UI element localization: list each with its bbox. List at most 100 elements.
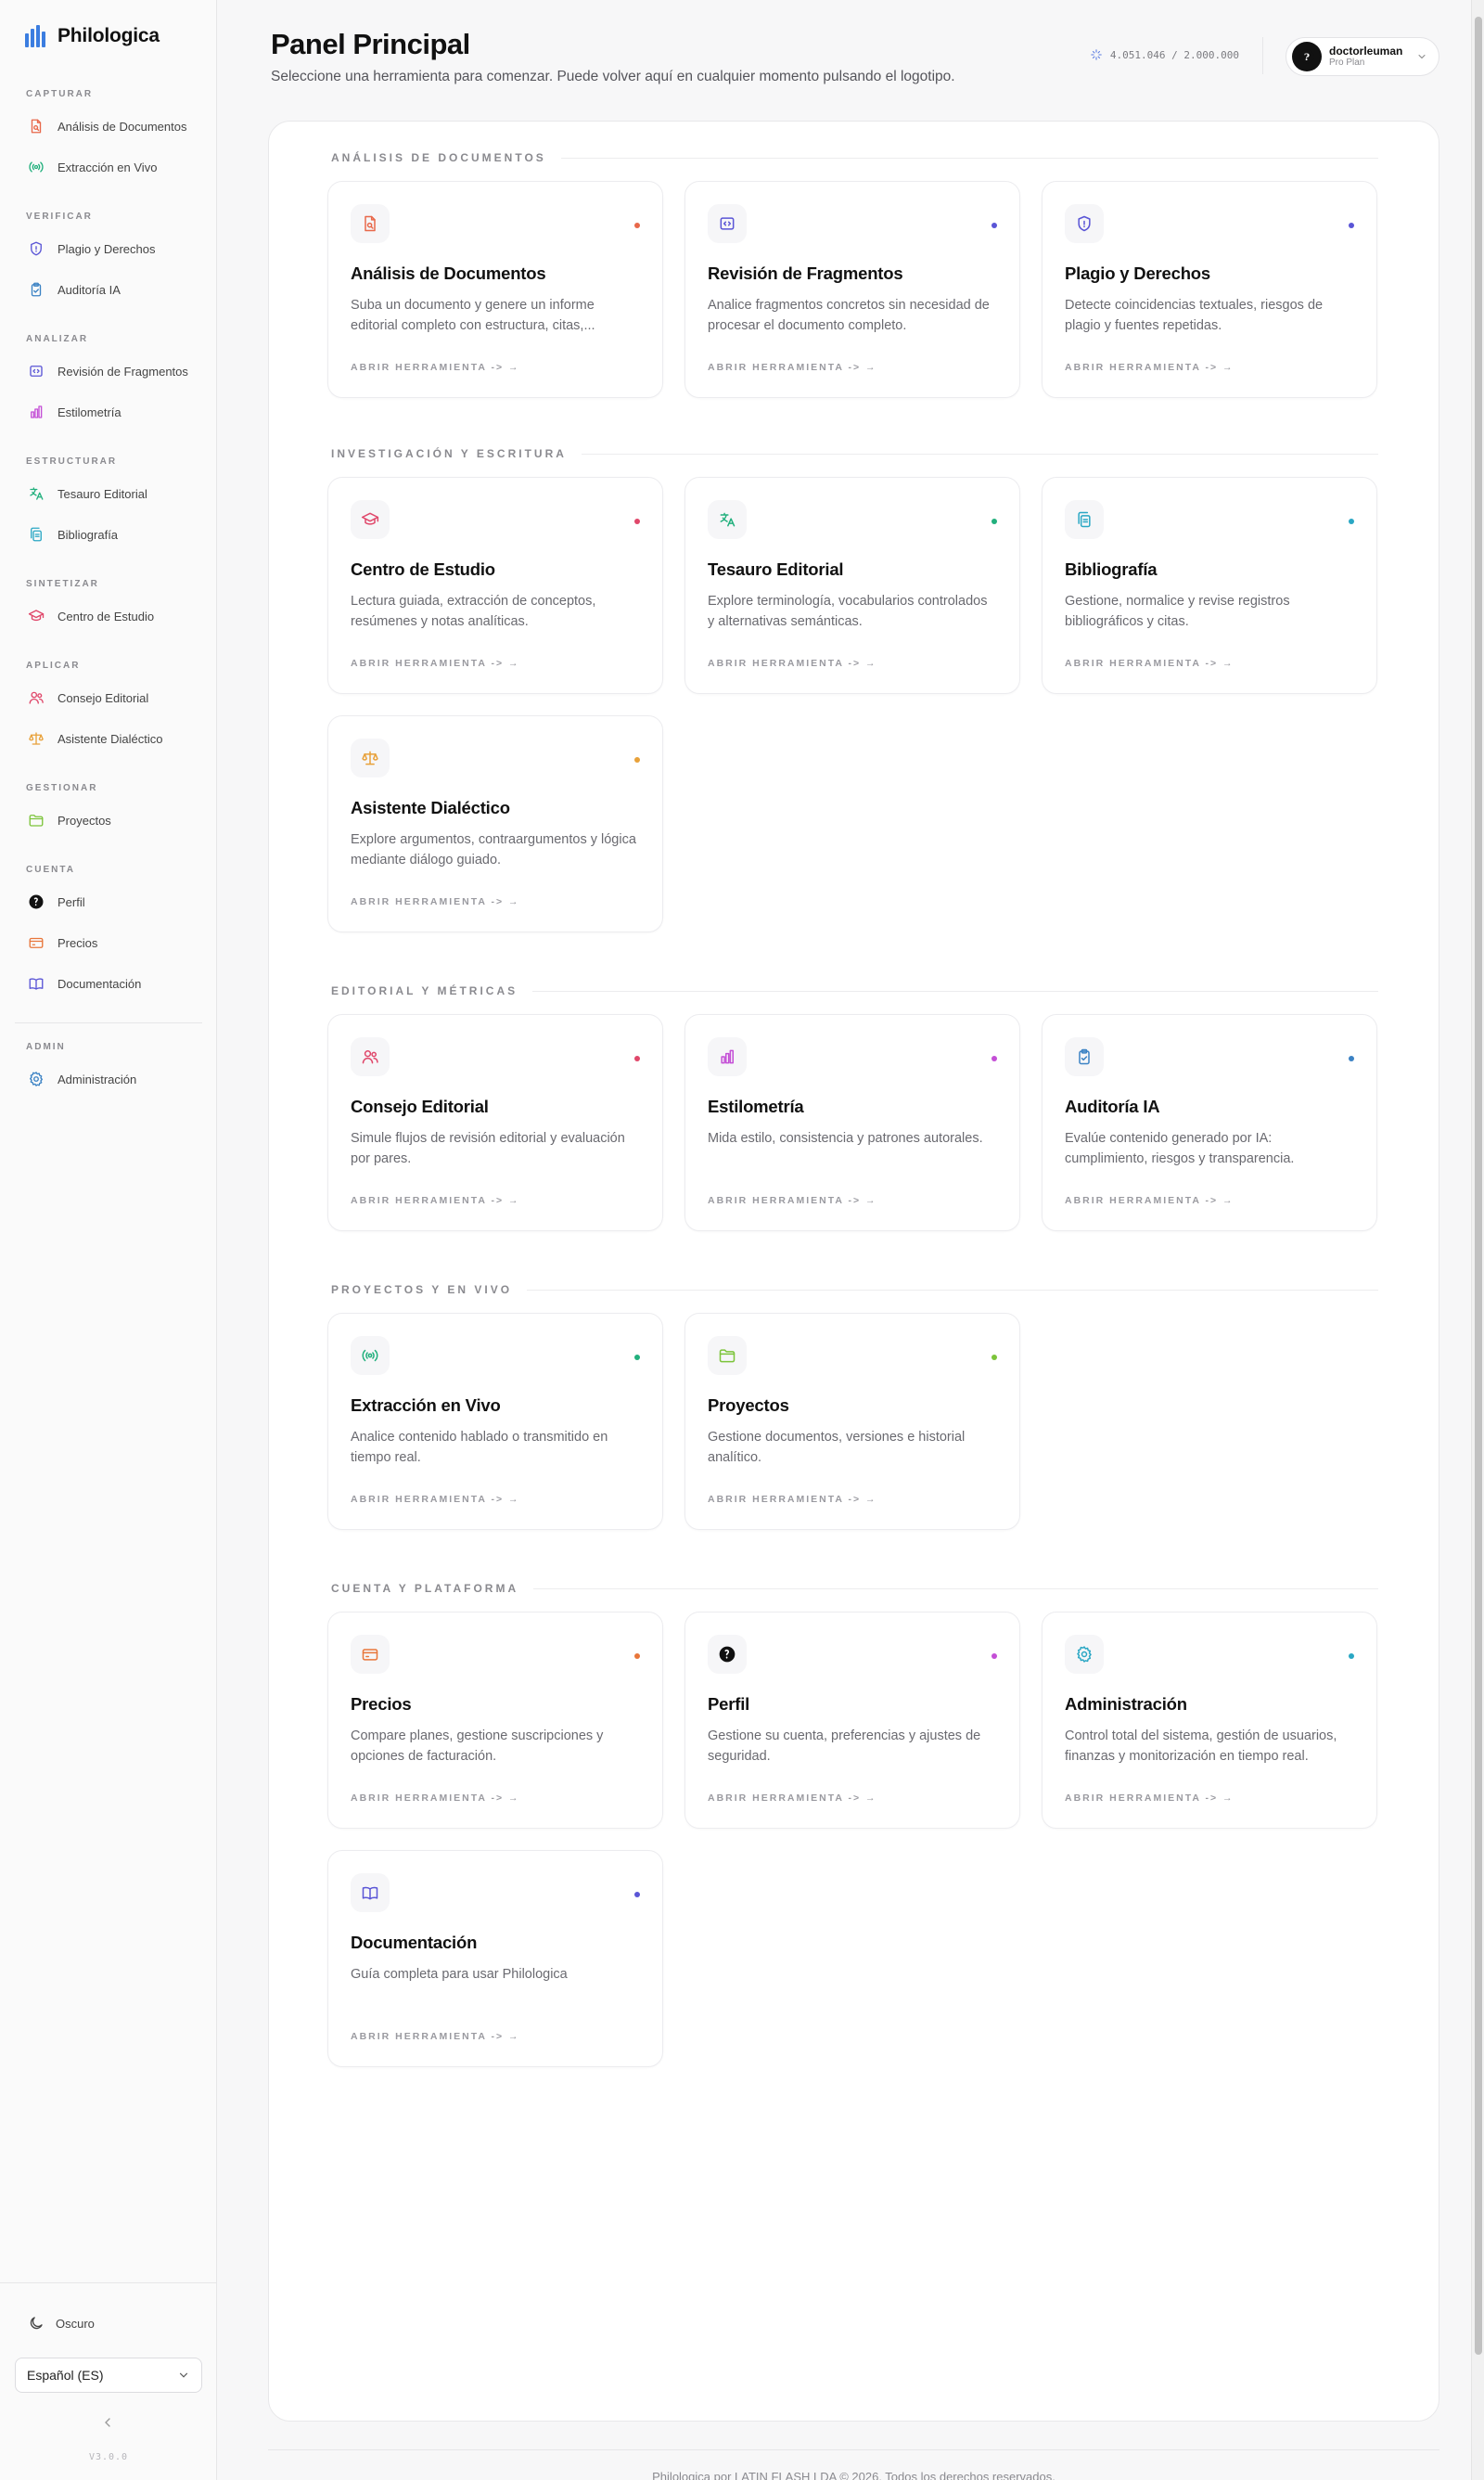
page-scrollbar[interactable]	[1471, 0, 1484, 2480]
open-tool-link[interactable]: ABRIR HERRAMIENTA -> →	[708, 362, 877, 373]
sidebar-item-documentacion[interactable]: Documentación	[0, 963, 217, 1004]
open-tool-link[interactable]: ABRIR HERRAMIENTA -> →	[351, 896, 520, 907]
tool-card-description: Control total del sistema, gestión de us…	[1065, 1728, 1337, 1764]
tool-card-description: Simule flujos de revisión editorial y ev…	[351, 1131, 625, 1166]
open-tool-link[interactable]: ABRIR HERRAMIENTA -> →	[1065, 362, 1235, 373]
open-tool-link[interactable]: ABRIR HERRAMIENTA -> →	[351, 1195, 520, 1206]
tool-card-bibliografia[interactable]: Bibliografía Gestione, normalice y revise…	[1042, 477, 1377, 694]
users-icon	[362, 1050, 378, 1064]
collapse-sidebar-button[interactable]	[98, 2413, 117, 2432]
sidebar-item-extraccion-en-vivo[interactable]: Extracción en Vivo	[0, 147, 217, 187]
tool-card-icon	[708, 1336, 747, 1375]
brand-logo-link[interactable]: Philologica	[24, 24, 160, 48]
tool-card-title: Revisión de Fragmentos	[708, 263, 903, 283]
status-dot	[634, 1355, 640, 1360]
sidebar-footer: Oscuro Español (ES) V3.0.0	[0, 2282, 217, 2462]
sidebar-item-plagio-y-derechos[interactable]: Plagio y Derechos	[0, 228, 217, 269]
tool-card-tesauro-editorial[interactable]: Tesauro Editorial Explore terminología, v…	[684, 477, 1020, 694]
open-tool-link[interactable]: ABRIR HERRAMIENTA -> →	[351, 1793, 520, 1804]
sidebar-section-title: CAPTURAR	[26, 89, 94, 99]
svg-text:?: ?	[1304, 52, 1310, 63]
sidebar-item-consejo-editorial[interactable]: Consejo Editorial	[0, 677, 217, 718]
open-tool-link[interactable]: ABRIR HERRAMIENTA -> →	[351, 362, 520, 373]
user-menu-button[interactable]: ? doctorleuman Pro Plan	[1286, 37, 1439, 76]
open-tool-link[interactable]: ABRIR HERRAMIENTA -> →	[708, 1793, 877, 1804]
tool-card-icon	[351, 204, 390, 243]
sidebar-item-proyectos[interactable]: Proyectos	[0, 800, 217, 841]
sidebar-item-tesauro-editorial[interactable]: Tesauro Editorial	[0, 473, 217, 514]
sidebar-item-analisis-de-documentos[interactable]: Análisis de Documentos	[0, 106, 217, 147]
tool-card-plagio-y-derechos[interactable]: Plagio y Derechos Detecte coincidencias t…	[1042, 181, 1377, 398]
tool-card-analisis-de-documentos[interactable]: Análisis de Documentos Suba un documento …	[327, 181, 663, 398]
sidebar-item-auditoria-ia[interactable]: Auditoría IA	[0, 269, 217, 310]
tool-card-icon	[351, 1635, 390, 1674]
sidebar-item-administracion[interactable]: Administración	[0, 1059, 217, 1099]
tool-card-centro-de-estudio[interactable]: Centro de Estudio Lectura guiada, extracc…	[327, 477, 663, 694]
scrollbar-thumb[interactable]	[1475, 17, 1482, 2355]
tool-card-asistente-dialectico[interactable]: Asistente Dialéctico Explore argumentos, …	[327, 715, 663, 932]
open-tool-link[interactable]: ABRIR HERRAMIENTA -> →	[351, 2031, 520, 2042]
open-tool-link[interactable]: ABRIR HERRAMIENTA -> →	[351, 1494, 520, 1505]
code-box-icon	[720, 217, 735, 230]
sidebar-item-precios[interactable]: Precios	[0, 922, 217, 963]
tool-card-auditoria-ia[interactable]: Auditoría IA Evalúe contenido generado po…	[1042, 1014, 1377, 1231]
tool-card-icon	[351, 1037, 390, 1076]
tool-card-description: Evalúe contenido generado por IA: cumpli…	[1065, 1131, 1295, 1166]
section-analisis-de-documentos: ANÁLISIS DE DOCUMENTOS Análisis de Docume…	[327, 149, 1378, 398]
tool-card-icon	[351, 1873, 390, 1912]
tool-card-documentacion[interactable]: Documentación Guía completa para usar Phi…	[327, 1850, 663, 2067]
sidebar-item-label: Centro de Estudio	[58, 609, 155, 623]
tool-card-consejo-editorial[interactable]: Consejo Editorial Simule flujos de revisi…	[327, 1014, 663, 1231]
bar-chart-icon	[721, 1049, 734, 1064]
tool-card-title: Administración	[1065, 1694, 1187, 1714]
tool-card-estilometria[interactable]: Estilometría Mida estilo, consistencia y …	[684, 1014, 1020, 1231]
status-dot	[1349, 223, 1354, 228]
sidebar-item-asistente-dialectico[interactable]: Asistente Dialéctico	[0, 718, 217, 759]
open-tool-link[interactable]: ABRIR HERRAMIENTA -> →	[351, 658, 520, 669]
status-dot	[634, 1892, 640, 1897]
gear-icon	[30, 1072, 43, 1086]
sidebar-item-centro-de-estudio[interactable]: Centro de Estudio	[0, 596, 217, 636]
open-tool-link[interactable]: ABRIR HERRAMIENTA -> →	[708, 1195, 877, 1206]
sidebar-item-revision-de-fragmentos[interactable]: Revisión de Fragmentos	[0, 351, 217, 392]
sidebar-item-estilometria[interactable]: Estilometría	[0, 392, 217, 432]
header-divider	[1262, 37, 1263, 74]
language-select[interactable]: Español (ES)	[15, 2358, 202, 2393]
language-select-value: Español (ES)	[27, 2368, 104, 2383]
status-dot	[1349, 1653, 1354, 1659]
open-tool-link[interactable]: ABRIR HERRAMIENTA -> →	[708, 658, 877, 669]
sidebar-item-bibliografia[interactable]: Bibliografía	[0, 514, 217, 555]
sidebar-section-title: VERIFICAR	[26, 212, 93, 222]
theme-toggle[interactable]: Oscuro	[0, 2304, 217, 2343]
open-tool-link[interactable]: ABRIR HERRAMIENTA -> →	[1065, 1195, 1235, 1206]
sidebar-item-label: Asistente Dialéctico	[58, 731, 163, 746]
graduation-cap-icon	[28, 610, 45, 622]
tool-card-title: Consejo Editorial	[351, 1097, 489, 1116]
theme-toggle-label: Oscuro	[56, 2316, 95, 2331]
credits-counter: 4.051.046 / 2.000.000	[1090, 48, 1239, 61]
philologica-logo-icon	[25, 25, 45, 47]
open-tool-link[interactable]: ABRIR HERRAMIENTA -> →	[1065, 658, 1235, 669]
sidebar-section-title: ADMIN	[26, 1042, 66, 1052]
brand-name: Philologica	[58, 25, 160, 46]
sidebar-section-title: APLICAR	[26, 661, 81, 671]
tool-card-administracion[interactable]: Administración Control total del sistema,…	[1042, 1612, 1377, 1829]
sidebar-item-perfil[interactable]: Perfil	[0, 881, 217, 922]
clipboard-check-icon	[1079, 1048, 1090, 1065]
open-tool-link[interactable]: ABRIR HERRAMIENTA -> →	[1065, 1793, 1235, 1804]
footer-divider	[268, 2449, 1439, 2450]
tool-card-extraccion-en-vivo[interactable]: Extracción en Vivo Analice contenido habl…	[327, 1313, 663, 1530]
tool-card-icon	[1065, 204, 1104, 243]
open-tool-link[interactable]: ABRIR HERRAMIENTA -> →	[708, 1494, 877, 1505]
tool-card-title: Precios	[351, 1694, 412, 1714]
sidebar-item-label: Administración	[58, 1072, 137, 1086]
book-open-icon	[29, 978, 44, 990]
tool-card-proyectos[interactable]: Proyectos Gestione documentos, versiones …	[684, 1313, 1020, 1530]
tool-card-perfil[interactable]: Perfil Gestione su cuenta, preferencias y…	[684, 1612, 1020, 1829]
book-open-icon	[362, 1886, 378, 1900]
tool-card-precios[interactable]: Precios Compare planes, gestione suscripc…	[327, 1612, 663, 1829]
tool-card-icon	[351, 739, 390, 777]
tool-card-title: Documentación	[351, 1933, 478, 1952]
broadcast-icon	[29, 161, 44, 173]
tool-card-revision-de-fragmentos[interactable]: Revisión de Fragmentos Analice fragmentos…	[684, 181, 1020, 398]
